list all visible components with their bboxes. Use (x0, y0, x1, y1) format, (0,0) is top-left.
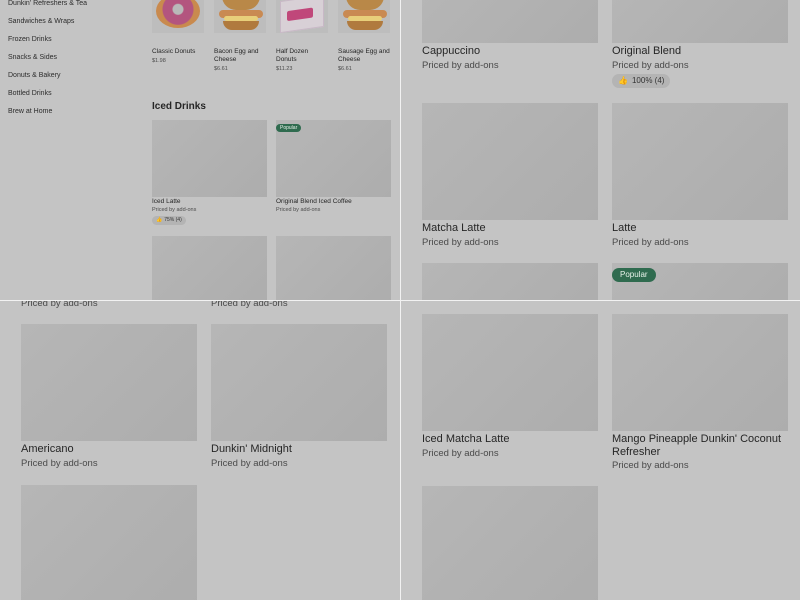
item-price: Priced by add-ons (422, 60, 499, 71)
item-name: Iced Latte (152, 198, 181, 205)
item-name: Americano (21, 443, 74, 455)
item-image-placeholder[interactable] (422, 263, 598, 300)
item-name: Original Blend (612, 45, 682, 57)
item-image-placeholder (211, 324, 387, 441)
item-image-placeholder[interactable] (276, 236, 391, 300)
item-name: Bacon Egg and Cheese (214, 48, 259, 63)
item-image-placeholder[interactable] (612, 0, 788, 43)
item-price: Priced by add-ons (211, 458, 288, 469)
rating-badge: 👍 75% (4) (152, 216, 186, 225)
quadrant-divider-horizontal (0, 300, 800, 301)
item-image-placeholder (612, 103, 788, 220)
item-name: Dunkin' Midnight (211, 443, 292, 455)
screen: Dunkin' Refreshers & Tea Sandwiches & Wr… (0, 0, 800, 600)
item-name: Sausage Egg and Cheese (338, 48, 390, 63)
item-price: Priced by add-ons (152, 207, 197, 213)
item-price: Priced by add-ons (211, 301, 288, 309)
quadrant-top-right: Cappuccino Priced by add-ons Original Bl… (401, 0, 800, 300)
sandwich-image (214, 0, 266, 33)
rating-badge: 👍 100% (4) (612, 74, 671, 88)
quadrant-bottom-right: Iced Matcha Latte Priced by add-ons Mang… (401, 301, 800, 600)
rating-text: 75% (4) (164, 217, 182, 223)
item-price: $11.23 (276, 66, 293, 72)
item-price: Priced by add-ons (612, 237, 689, 248)
sidebar-item-bottled-drinks[interactable]: Bottled Drinks (8, 90, 52, 97)
item-price: Priced by add-ons (276, 207, 321, 213)
item-price: Priced by add-ons (612, 460, 689, 471)
item-image-placeholder (422, 314, 598, 431)
popular-badge: Popular (276, 124, 302, 132)
item-image-placeholder (21, 324, 197, 441)
item-price: Priced by add-ons (422, 237, 499, 248)
item-price: $6.61 (338, 66, 352, 72)
section-title: Iced Drinks (152, 101, 206, 112)
item-image-placeholder (612, 314, 788, 431)
thumbs-up-icon: 👍 (156, 217, 163, 223)
sandwich-image (338, 0, 390, 33)
sidebar-item-brew-at-home[interactable]: Brew at Home (8, 108, 52, 115)
sidebar-item-sandwiches[interactable]: Sandwiches & Wraps (8, 18, 74, 25)
item-image-placeholder[interactable] (422, 0, 598, 43)
item-image-placeholder (422, 103, 598, 220)
popular-badge: Popular (612, 268, 656, 282)
quadrant-bottom-left: Priced by add-ons Priced by add-ons Amer… (0, 301, 400, 600)
sidebar-item-donuts[interactable]: Donuts & Bakery (8, 72, 61, 79)
item-name: Original Blend Iced Coffee (276, 198, 352, 205)
item-price: Priced by add-ons (422, 448, 499, 459)
item-name: Matcha Latte (422, 222, 486, 234)
item-name: Mango Pineapple Dunkin' Coconut Refreshe… (612, 433, 782, 458)
sidebar-item-frozen-drinks[interactable]: Frozen Drinks (8, 36, 52, 43)
quadrant-top-left: Dunkin' Refreshers & Tea Sandwiches & Wr… (0, 0, 400, 300)
item-name: Latte (612, 222, 637, 234)
item-price: Priced by add-ons (612, 60, 689, 71)
donut-image (152, 0, 204, 33)
item-price: Priced by add-ons (21, 458, 98, 469)
thumbs-up-icon: 👍 (618, 76, 628, 85)
item-name: Half Dozen Donuts (276, 48, 309, 63)
item-price: $6.61 (214, 66, 228, 72)
item-name: Iced Matcha Latte (422, 433, 510, 445)
item-name: Cappuccino (422, 45, 481, 57)
item-image-placeholder[interactable] (21, 485, 197, 600)
sidebar-item-snacks[interactable]: Snacks & Sides (8, 54, 57, 61)
item-image-placeholder[interactable] (152, 236, 267, 300)
donut-box-image (276, 0, 328, 33)
item-price: Priced by add-ons (21, 301, 98, 309)
item-price: $1.98 (152, 58, 166, 64)
item-image-placeholder (152, 120, 267, 197)
sidebar-item-refreshers[interactable]: Dunkin' Refreshers & Tea (8, 0, 87, 7)
item-image-placeholder[interactable] (422, 486, 598, 600)
rating-text: 100% (4) (631, 76, 665, 85)
item-name: Classic Donuts (152, 48, 196, 55)
